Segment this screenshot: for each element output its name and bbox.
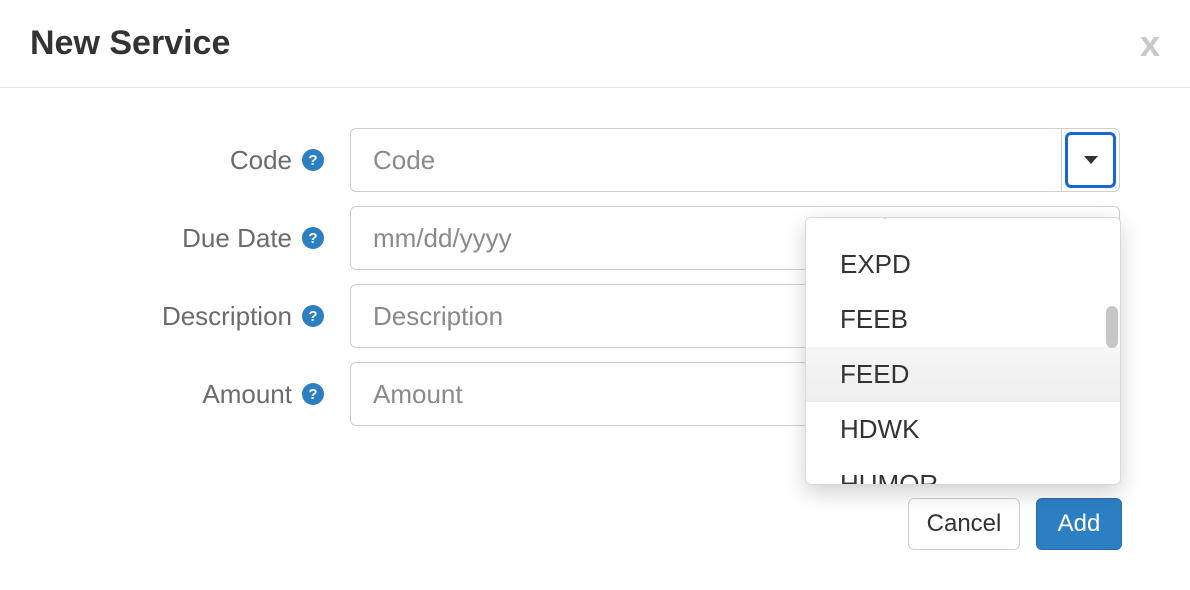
code-dropdown-toggle[interactable] [1061,129,1119,191]
dropdown-list[interactable]: DPST EXPD FEEB FEED HDWK HUMOR [806,218,1120,484]
modal-title: New Service [30,24,230,63]
cancel-button[interactable]: Cancel [908,498,1020,550]
due-date-label: Due Date [182,223,292,254]
code-label: Code [230,145,292,176]
dropdown-item[interactable]: FEED [806,347,1120,402]
caret-down-icon [1084,156,1098,164]
dropdown-item[interactable]: DPST [806,218,1120,237]
dropdown-item[interactable]: HUMOR [806,457,1120,484]
modal-header: New Service x [0,0,1190,88]
dropdown-item[interactable]: FEEB [806,292,1120,347]
code-input-group [350,128,1120,192]
label-col-description: Description ? [70,301,350,332]
scrollbar-thumb[interactable] [1106,306,1118,348]
dropdown-item[interactable]: HDWK [806,402,1120,457]
code-dropdown: DPST EXPD FEEB FEED HDWK HUMOR [805,217,1121,485]
label-col-due-date: Due Date ? [70,223,350,254]
row-code: Code ? [70,128,1120,192]
help-icon[interactable]: ? [302,305,324,327]
dropdown-item[interactable]: EXPD [806,237,1120,292]
help-icon[interactable]: ? [302,383,324,405]
input-col-code [350,128,1120,192]
description-label: Description [162,301,292,332]
label-col-amount: Amount ? [70,379,350,410]
close-icon[interactable]: x [1140,26,1160,62]
help-icon[interactable]: ? [302,149,324,171]
footer-buttons: Cancel Add [908,498,1122,550]
caret-focus-ring [1065,132,1116,188]
label-col-code: Code ? [70,145,350,176]
scrollbar-track[interactable] [1106,218,1118,484]
amount-label: Amount [202,379,292,410]
help-icon[interactable]: ? [302,227,324,249]
code-input[interactable] [351,129,1061,191]
add-button[interactable]: Add [1036,498,1122,550]
